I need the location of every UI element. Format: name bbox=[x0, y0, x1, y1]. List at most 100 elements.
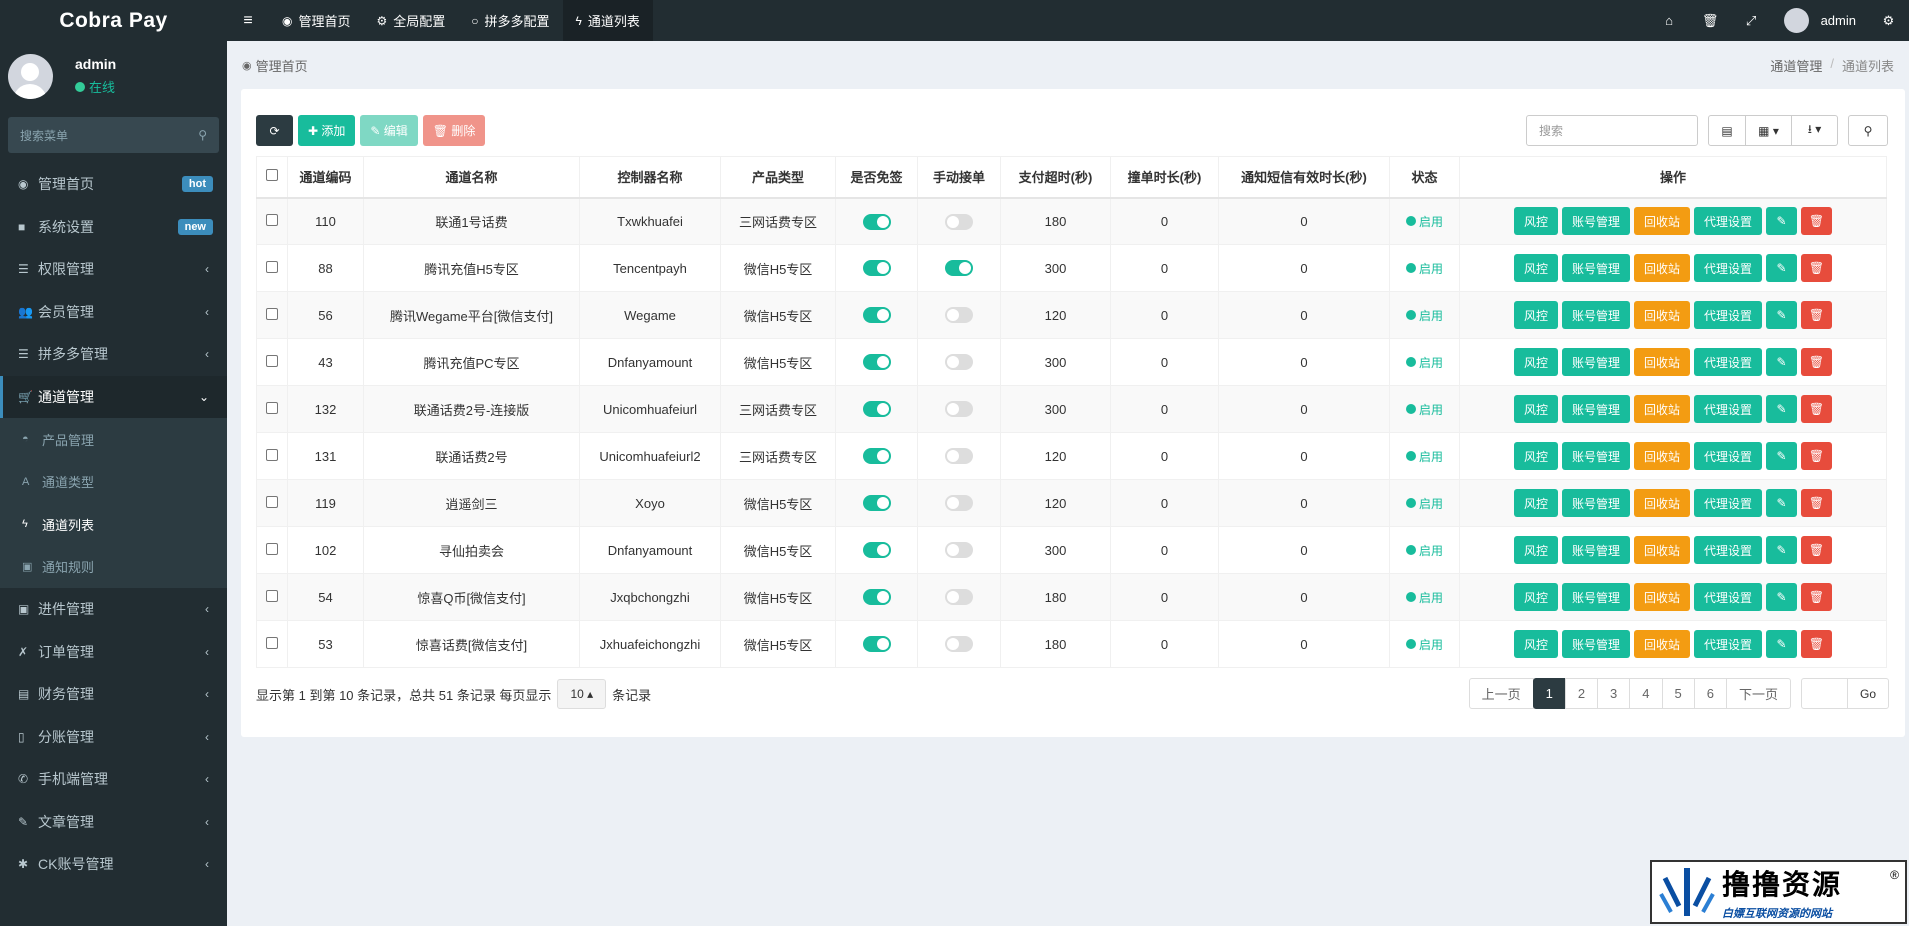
table-row[interactable]: 54 惊喜Q币[微信支付] Jxqbchongzhi 微信H5专区 180 0 0 启用 风控账… bbox=[256, 573, 1887, 621]
col-header[interactable]: 控制器名称 bbox=[579, 156, 721, 199]
col-header[interactable]: 通道编码 bbox=[287, 156, 364, 199]
page-size-select[interactable]: 10 ▴ bbox=[557, 679, 607, 709]
account-management-button[interactable]: 账号管理 bbox=[1561, 536, 1630, 564]
delete-trash-icon[interactable]: 🗑 bbox=[1801, 395, 1833, 423]
recycle-bin-button[interactable]: 回收站 bbox=[1634, 207, 1691, 236]
toggle-switch[interactable] bbox=[862, 589, 891, 606]
select-all-checkbox[interactable] bbox=[256, 156, 288, 199]
sidebar-item-10[interactable]: ✆ 手机端管理 ‹ bbox=[0, 758, 227, 801]
delete-trash-icon[interactable]: 🗑 bbox=[1801, 489, 1833, 517]
status-badge[interactable]: 启用 bbox=[1405, 213, 1443, 230]
recycle-bin-button[interactable]: 回收站 bbox=[1634, 630, 1691, 658]
submenu-item-1[interactable]: A 通道类型 bbox=[0, 461, 227, 504]
recycle-bin-button[interactable]: 回收站 bbox=[1634, 536, 1691, 564]
col-header[interactable]: 状态 bbox=[1389, 156, 1460, 199]
delete-trash-icon[interactable]: 🗑 bbox=[1801, 583, 1833, 611]
edit-pencil-icon[interactable]: ✎ bbox=[1766, 348, 1798, 376]
add-button[interactable]: ✚ 添加 bbox=[298, 115, 356, 146]
table-row[interactable]: 88 腾讯充值H5专区 Tencentpayh 微信H5专区 300 0 0 启用 风控 账号管理… bbox=[256, 244, 1887, 292]
recycle-bin-button[interactable]: 回收站 bbox=[1634, 395, 1691, 423]
account-management-button[interactable]: 账号管理 bbox=[1561, 254, 1630, 282]
status-badge[interactable]: 启用 bbox=[1405, 354, 1443, 371]
agent-settings-button[interactable]: 代理设置 bbox=[1694, 348, 1763, 376]
delete-trash-icon[interactable]: 🗑 bbox=[1801, 301, 1833, 329]
toggle-switch[interactable] bbox=[945, 354, 973, 371]
sidebar-item-11[interactable]: ✎ 文章管理 ‹ bbox=[0, 801, 227, 844]
toggle-switch[interactable] bbox=[862, 213, 891, 230]
toggle-switch[interactable] bbox=[945, 401, 973, 418]
page-5-button[interactable]: 5 bbox=[1661, 678, 1695, 709]
risk-control-button[interactable]: 风控 bbox=[1513, 583, 1558, 611]
sidebar-item-7[interactable]: ✗ 订单管理 ‹ bbox=[0, 631, 227, 674]
user-menu[interactable]: admin bbox=[1772, 8, 1868, 33]
agent-settings-button[interactable]: 代理设置 bbox=[1694, 630, 1763, 658]
row-checkbox[interactable] bbox=[256, 620, 288, 668]
col-header[interactable]: 是否免签 bbox=[835, 156, 918, 199]
edit-pencil-icon[interactable]: ✎ bbox=[1766, 583, 1798, 611]
recycle-bin-button[interactable]: 回收站 bbox=[1634, 489, 1691, 517]
page-2-button[interactable]: 2 bbox=[1564, 678, 1599, 709]
status-badge[interactable]: 启用 bbox=[1405, 589, 1443, 606]
status-badge[interactable]: 启用 bbox=[1405, 448, 1443, 465]
risk-control-button[interactable]: 风控 bbox=[1513, 395, 1558, 423]
delete-trash-icon[interactable]: 🗑 bbox=[1801, 207, 1833, 236]
export-dropdown-icon[interactable]: ⭳ ▾ bbox=[1792, 115, 1838, 146]
risk-control-button[interactable]: 风控 bbox=[1513, 442, 1558, 470]
recycle-bin-button[interactable]: 回收站 bbox=[1634, 583, 1691, 611]
table-row[interactable]: 131 联通话费2号 Unicomhuafeiurl2 三网话费专区 120 0 0 启用 风控… bbox=[256, 432, 1887, 480]
account-management-button[interactable]: 账号管理 bbox=[1561, 489, 1630, 517]
toggle-switch[interactable] bbox=[945, 589, 973, 606]
status-badge[interactable]: 启用 bbox=[1405, 495, 1443, 512]
edit-button[interactable]: ✎ 编辑 bbox=[360, 115, 418, 146]
toggle-switch[interactable] bbox=[945, 307, 973, 324]
toggle-switch[interactable] bbox=[862, 260, 891, 277]
risk-control-button[interactable]: 风控 bbox=[1513, 489, 1558, 517]
sidebar-item-9[interactable]: ▯ 分账管理 ‹ bbox=[0, 716, 227, 759]
toggle-switch[interactable] bbox=[862, 448, 891, 465]
col-header[interactable]: 通道名称 bbox=[363, 156, 580, 199]
edit-pencil-icon[interactable]: ✎ bbox=[1766, 254, 1798, 282]
delete-trash-icon[interactable]: 🗑 bbox=[1801, 348, 1833, 376]
submenu-item-2[interactable]: ϟ 通道列表 bbox=[0, 503, 227, 546]
trash-icon[interactable]: 🗑 bbox=[1690, 13, 1731, 29]
toggle-view-icon[interactable]: ▤ bbox=[1708, 115, 1746, 146]
menu-toggle-icon[interactable]: ≡ bbox=[227, 12, 269, 30]
toggle-switch[interactable] bbox=[862, 542, 891, 559]
next-page-button[interactable]: 下一页 bbox=[1725, 678, 1791, 709]
risk-control-button[interactable]: 风控 bbox=[1513, 536, 1558, 564]
col-header[interactable]: 通知短信有效时长(秒) bbox=[1218, 156, 1390, 199]
row-checkbox[interactable] bbox=[256, 385, 288, 433]
agent-settings-button[interactable]: 代理设置 bbox=[1694, 442, 1763, 470]
status-badge[interactable]: 启用 bbox=[1405, 542, 1443, 559]
col-header[interactable]: 手动接单 bbox=[917, 156, 1001, 199]
table-row[interactable]: 43 腾讯充值PC专区 Dnfanyamount 微信H5专区 300 0 0 启用 风控 账号管… bbox=[256, 338, 1887, 386]
page-1-button[interactable]: 1 bbox=[1532, 678, 1566, 709]
app-logo[interactable]: Cobra Pay bbox=[0, 0, 227, 41]
sidebar-search-input[interactable]: 搜索菜单 ⚲ bbox=[8, 117, 219, 153]
risk-control-button[interactable]: 风控 bbox=[1513, 301, 1558, 329]
status-badge[interactable]: 启用 bbox=[1405, 260, 1443, 277]
toggle-switch[interactable] bbox=[862, 354, 891, 371]
agent-settings-button[interactable]: 代理设置 bbox=[1694, 536, 1763, 564]
recycle-bin-button[interactable]: 回收站 bbox=[1634, 348, 1691, 376]
delete-trash-icon[interactable]: 🗑 bbox=[1801, 442, 1833, 470]
account-management-button[interactable]: 账号管理 bbox=[1561, 301, 1630, 329]
table-row[interactable]: 132 联通话费2号-连接版 Unicomhuafeiurl 三网话费专区 300 0 0 启… bbox=[256, 385, 1887, 433]
page-3-button[interactable]: 3 bbox=[1597, 678, 1631, 709]
nav-link-3[interactable]: ϟ 通道列表 bbox=[562, 0, 653, 41]
agent-settings-button[interactable]: 代理设置 bbox=[1694, 583, 1763, 611]
toggle-switch[interactable] bbox=[945, 636, 973, 653]
sidebar-item-1[interactable]: ■ 系统设置 new bbox=[0, 206, 227, 249]
table-row[interactable]: 119 逍遥剑三 Xoyo 微信H5专区 120 0 0 启用 风控 账号管理 回收站 代理设置 ✎ 🗑 bbox=[256, 479, 1887, 527]
toggle-switch[interactable] bbox=[862, 495, 891, 512]
col-header[interactable]: 撞单时长(秒) bbox=[1110, 156, 1219, 199]
status-badge[interactable]: 启用 bbox=[1405, 401, 1443, 418]
edit-pencil-icon[interactable]: ✎ bbox=[1766, 442, 1798, 470]
page-6-button[interactable]: 6 bbox=[1693, 678, 1727, 709]
agent-settings-button[interactable]: 代理设置 bbox=[1694, 301, 1763, 329]
delete-button[interactable]: 🗑 删除 bbox=[422, 115, 486, 146]
sidebar-item-2[interactable]: ☰ 权限管理 ‹ bbox=[0, 248, 227, 291]
goto-page-input[interactable] bbox=[1801, 678, 1848, 709]
delete-trash-icon[interactable]: 🗑 bbox=[1801, 630, 1833, 658]
search-icon[interactable]: ⚲ bbox=[198, 128, 207, 142]
